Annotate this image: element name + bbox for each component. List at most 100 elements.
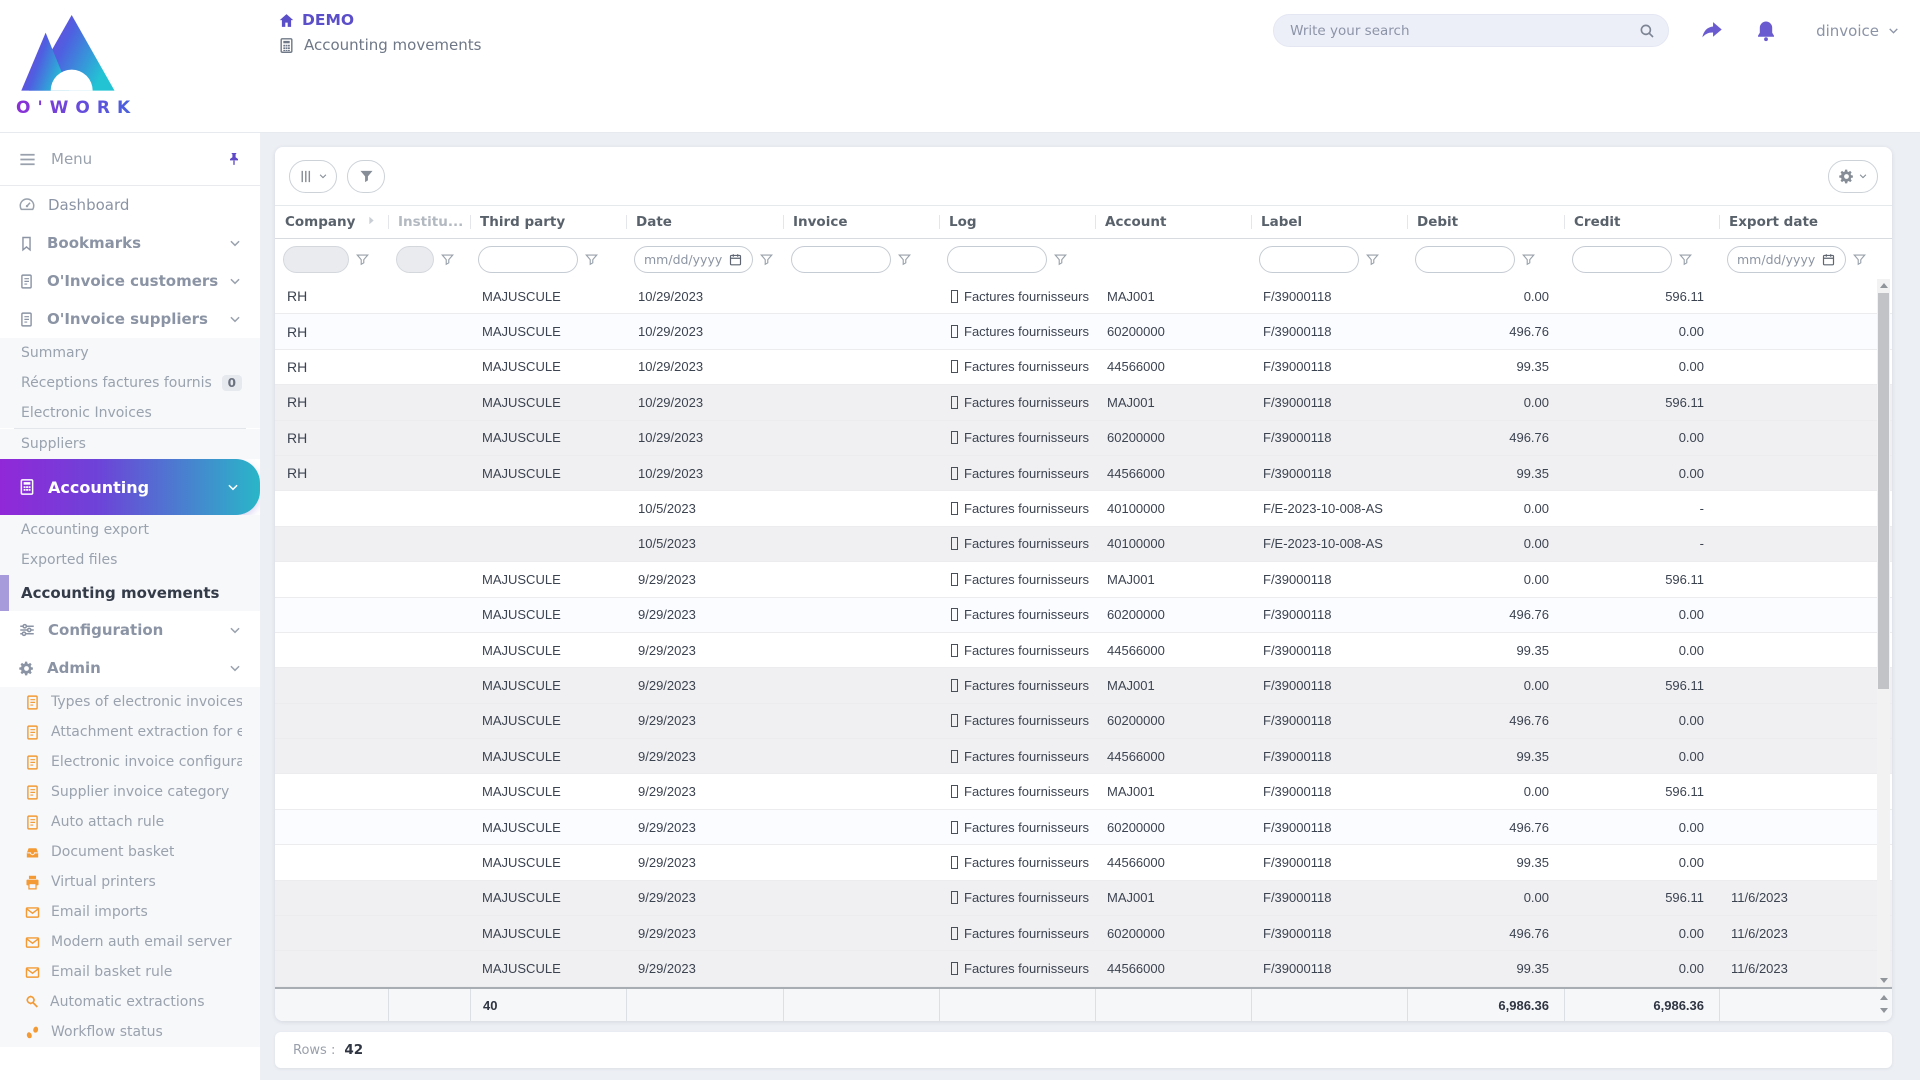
sidebar-item-o-invoice-suppliers[interactable]: O'Invoice suppliers [0, 300, 260, 338]
filter-funnel-icon[interactable] [897, 252, 912, 267]
sidebar-subitem-accounting-export[interactable]: Accounting export [0, 515, 260, 545]
table-row[interactable]: 10/5/2023 Factures fournisseurs 40100000 F/… [275, 491, 1892, 527]
share-icon[interactable] [1699, 18, 1724, 43]
totals-scrollbar[interactable] [1877, 989, 1890, 1019]
sidebar-subitem-accounting-movements[interactable]: Accounting movements [0, 575, 260, 611]
filter-cell-invoice [783, 245, 939, 273]
cell-label: F/39000118 [1263, 465, 1332, 481]
invoice-filter-input[interactable] [791, 245, 891, 273]
sidebar-menu-toggle[interactable]: Menu [0, 133, 260, 185]
cell-log: Factures fournisseurs [939, 607, 1095, 622]
sidebar-subitem-document-basket[interactable]: Document basket [0, 837, 260, 867]
table-row[interactable]: MAJUSCULE 9/29/2023 Factures fournisseurs M… [275, 774, 1892, 810]
sidebar-subitem-electronic-invoice-configuration[interactable]: Electronic invoice configuration [0, 747, 260, 777]
third-party-filter-input[interactable] [478, 245, 578, 273]
sidebar-item-dashboard[interactable]: Dashboard [0, 186, 260, 224]
cell-third-party: MAJUSCULE [482, 394, 561, 410]
table-row[interactable]: RH MAJUSCULE 10/29/2023 Factures fournisseu… [275, 279, 1892, 315]
sidebar-subitem-modern-auth-email-server[interactable]: Modern auth email server [0, 927, 260, 957]
sidebar-subitem-types-of-electronic-invoices[interactable]: Types of electronic invoices [0, 687, 260, 717]
table-row[interactable]: MAJUSCULE 9/29/2023 Factures fournisseurs 4… [275, 633, 1892, 669]
calendar-icon[interactable] [728, 252, 743, 267]
sidebar-subitem-r-ceptions-factures-fournisseurs[interactable]: Réceptions factures fournisseurs0 [0, 368, 260, 398]
search-icon[interactable] [1638, 22, 1656, 40]
search-input[interactable] [1290, 22, 1639, 39]
filter-funnel-icon[interactable] [1678, 252, 1693, 267]
columns-button[interactable] [289, 159, 337, 193]
column-header-invoice[interactable]: Invoice [783, 206, 939, 238]
filter-funnel-icon[interactable] [355, 252, 370, 267]
column-header-date[interactable]: Date [626, 206, 783, 238]
sidebar-group-accounting[interactable]: Accounting [0, 459, 260, 515]
log-filter-input[interactable] [947, 245, 1047, 273]
table-row[interactable]: RH MAJUSCULE 10/29/2023 Factures fournisseu… [275, 420, 1892, 456]
chevron-down-icon [228, 236, 242, 250]
sidebar-subitem-workflow-status[interactable]: Workflow status [0, 1017, 260, 1047]
column-header-account[interactable]: Account [1095, 206, 1251, 238]
table-row[interactable]: MAJUSCULE 9/29/2023 Factures fournisseurs 6… [275, 809, 1892, 846]
column-header-institution[interactable]: Institu... [388, 206, 470, 238]
column-header-company[interactable]: Company [275, 206, 388, 238]
table-row[interactable]: MAJUSCULE 9/29/2023 Factures fournisseurs 4… [275, 951, 1892, 987]
table-row[interactable]: RH MAJUSCULE 10/29/2023 Factures fournisseu… [275, 350, 1892, 386]
table-row[interactable]: MAJUSCULE 9/29/2023 Factures fournisseurs M… [275, 668, 1892, 704]
filter-funnel-icon[interactable] [1365, 252, 1380, 267]
cell-label: F/39000118 [1263, 748, 1332, 764]
table-row[interactable]: RH MAJUSCULE 10/29/2023 Factures fournisseu… [275, 455, 1892, 492]
scroll-up-arrow[interactable] [1877, 279, 1890, 292]
date-filter-date-input[interactable]: mm/dd/yyyy [634, 245, 754, 273]
settings-button[interactable] [1828, 159, 1878, 193]
table-row[interactable]: MAJUSCULE 9/29/2023 Factures fournisseurs M… [275, 880, 1892, 917]
user-menu[interactable]: dinvoice [1816, 22, 1900, 40]
column-header-export-date[interactable]: Export date [1719, 206, 1878, 238]
sidebar-item-admin[interactable]: Admin [0, 649, 260, 687]
credit-filter-input[interactable] [1572, 245, 1672, 273]
sidebar-subitem-exported-files[interactable]: Exported files [0, 545, 260, 575]
column-header-log[interactable]: Log [939, 206, 1095, 238]
table-row[interactable]: MAJUSCULE 9/29/2023 Factures fournisseurs 4… [275, 739, 1892, 775]
table-row[interactable]: RH MAJUSCULE 10/29/2023 Factures fournisseu… [275, 385, 1892, 421]
sidebar-subitem-suppliers[interactable]: Suppliers [0, 429, 260, 459]
column-header-third-party[interactable]: Third party [470, 206, 626, 238]
filter-button[interactable] [347, 159, 385, 193]
scrollbar-thumb[interactable] [1878, 293, 1889, 689]
sidebar-subitem-attachment-extraction-for-electron[interactable]: Attachment extraction for electron [0, 717, 260, 747]
sidebar-subitem-virtual-printers[interactable]: Virtual printers [0, 867, 260, 897]
table-row[interactable]: 10/5/2023 Factures fournisseurs 40100000 F/… [275, 526, 1892, 563]
column-header-label[interactable]: Label [1251, 206, 1407, 238]
sidebar-item-bookmarks[interactable]: Bookmarks [0, 224, 260, 262]
sidebar-item-configuration[interactable]: Configuration [0, 611, 260, 649]
sidebar-subitem-email-imports[interactable]: Email imports [0, 897, 260, 927]
sidebar-subitem-automatic-extractions[interactable]: Automatic extractions [0, 987, 260, 1017]
export-date-filter-date-input[interactable]: mm/dd/yyyy [1727, 245, 1847, 273]
filter-funnel-icon[interactable] [1521, 252, 1536, 267]
table-row[interactable]: MAJUSCULE 9/29/2023 Factures fournisseurs 6… [275, 597, 1892, 633]
breadcrumb-root-link[interactable]: DEMO [278, 11, 481, 29]
calendar-icon[interactable] [1821, 252, 1836, 267]
sidebar-subitem-auto-attach-rule[interactable]: Auto attach rule [0, 807, 260, 837]
totals-scroll-down-arrow[interactable] [1877, 1004, 1890, 1017]
scroll-down-arrow[interactable] [1877, 974, 1890, 987]
bell-icon[interactable] [1754, 19, 1778, 43]
filter-funnel-icon[interactable] [440, 252, 455, 267]
table-row[interactable]: MAJUSCULE 9/29/2023 Factures fournisseurs 6… [275, 916, 1892, 952]
sidebar-item-o-invoice-customers[interactable]: O'Invoice customers [0, 262, 260, 300]
table-row[interactable]: MAJUSCULE 9/29/2023 Factures fournisseurs 4… [275, 845, 1892, 881]
sidebar-subitem-electronic-invoices[interactable]: Electronic Invoices [0, 398, 260, 428]
totals-scroll-up-arrow[interactable] [1877, 991, 1890, 1004]
label-filter-input[interactable] [1259, 245, 1359, 273]
filter-funnel-icon[interactable] [584, 252, 599, 267]
vertical-scrollbar[interactable] [1877, 279, 1890, 987]
debit-filter-input[interactable] [1415, 245, 1515, 273]
sidebar-subitem-summary[interactable]: Summary [0, 338, 260, 368]
filter-funnel-icon[interactable] [1053, 252, 1068, 267]
filter-funnel-icon[interactable] [1852, 252, 1867, 267]
table-row[interactable]: RH MAJUSCULE 10/29/2023 Factures fournisseu… [275, 314, 1892, 350]
sidebar-subitem-email-basket-rule[interactable]: Email basket rule [0, 957, 260, 987]
table-row[interactable]: MAJUSCULE 9/29/2023 Factures fournisseurs M… [275, 562, 1892, 598]
column-header-debit[interactable]: Debit [1407, 206, 1564, 238]
table-row[interactable]: MAJUSCULE 9/29/2023 Factures fournisseurs 6… [275, 703, 1892, 740]
sidebar-subitem-supplier-invoice-category[interactable]: Supplier invoice category [0, 777, 260, 807]
column-header-credit[interactable]: Credit [1564, 206, 1719, 238]
filter-funnel-icon[interactable] [759, 252, 774, 267]
